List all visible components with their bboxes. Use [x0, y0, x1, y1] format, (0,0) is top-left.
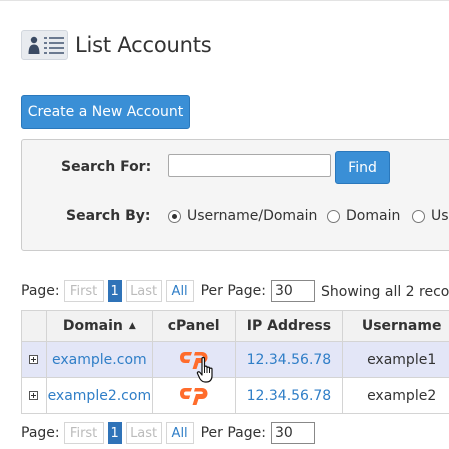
- cpanel-cell[interactable]: [151, 341, 236, 378]
- radio-unselected-icon: [412, 209, 425, 223]
- person-icon: [28, 36, 40, 54]
- page-label: Page:: [21, 425, 60, 441]
- username-cell: example2: [342, 377, 449, 414]
- top-divider: [0, 0, 449, 1]
- table-row[interactable]: example.com 12.34.56.78 example1: [21, 341, 449, 378]
- domain-link[interactable]: example2.com: [45, 377, 153, 414]
- column-header-username[interactable]: Username: [342, 310, 449, 342]
- page-title: List Accounts: [75, 33, 212, 57]
- sort-ascending-icon: ▲: [128, 321, 136, 331]
- create-account-button[interactable]: Create a New Account: [21, 95, 190, 129]
- search-by-label: Search By:: [66, 208, 151, 224]
- username-cell: example1: [342, 341, 449, 378]
- last-page-button[interactable]: Last: [125, 422, 162, 444]
- ip-address-link[interactable]: 12.34.56.78: [234, 341, 344, 378]
- radio-username[interactable]: Us: [412, 208, 449, 224]
- column-header-domain[interactable]: Domain ▲: [45, 310, 153, 342]
- pagination-top: Page: First 1 Last All Per Page: 30: [21, 280, 315, 302]
- domain-link[interactable]: example.com: [45, 341, 153, 378]
- radio-label: Username/Domain: [187, 208, 318, 224]
- radio-username-domain[interactable]: Username/Domain: [168, 208, 317, 224]
- first-page-button[interactable]: First: [63, 422, 104, 444]
- radio-label: Domain: [346, 208, 401, 224]
- expand-cell[interactable]: [21, 341, 47, 378]
- find-button[interactable]: Find: [335, 151, 390, 184]
- all-pages-button[interactable]: All: [165, 280, 194, 302]
- expand-plus-icon[interactable]: [29, 391, 39, 400]
- radio-unselected-icon: [327, 209, 340, 223]
- pagination-bottom: Page: First 1 Last All Per Page: 30: [21, 422, 315, 444]
- records-summary: Showing all 2 records: [321, 284, 449, 300]
- table-row[interactable]: example2.com 12.34.56.78 example2: [21, 377, 449, 414]
- expand-column-header: [21, 310, 47, 342]
- cpanel-cell[interactable]: [151, 377, 236, 414]
- column-label: Domain: [62, 318, 123, 334]
- radio-domain[interactable]: Domain: [327, 208, 400, 224]
- accounts-table: Domain ▲ cPanel IP Address Username examp…: [21, 310, 449, 414]
- list-lines-icon: [44, 37, 64, 54]
- current-page-button[interactable]: 1: [107, 280, 122, 302]
- column-header-cpanel: cPanel: [151, 310, 236, 342]
- per-page-input[interactable]: 30: [270, 422, 315, 444]
- per-page-label: Per Page:: [200, 283, 266, 299]
- last-page-button[interactable]: Last: [125, 280, 162, 302]
- column-header-ip[interactable]: IP Address: [234, 310, 344, 342]
- per-page-label: Per Page:: [200, 425, 266, 441]
- table-header-row: Domain ▲ cPanel IP Address Username: [21, 310, 449, 342]
- account-list-icon: [21, 30, 68, 60]
- page-label: Page:: [21, 283, 60, 299]
- expand-plus-icon[interactable]: [29, 355, 39, 364]
- per-page-input[interactable]: 30: [270, 280, 315, 302]
- hand-cursor-icon: [196, 356, 213, 383]
- page-header: List Accounts: [21, 29, 212, 61]
- first-page-button[interactable]: First: [63, 280, 104, 302]
- search-input[interactable]: [168, 154, 331, 177]
- radio-selected-icon: [168, 209, 181, 223]
- all-pages-button[interactable]: All: [165, 422, 194, 444]
- search-panel: Search For: Find Search By: Username/Dom…: [21, 139, 449, 251]
- radio-label: Us: [431, 208, 449, 224]
- current-page-button[interactable]: 1: [107, 422, 122, 444]
- cpanel-logo-icon[interactable]: [179, 385, 209, 407]
- ip-address-link[interactable]: 12.34.56.78: [234, 377, 344, 414]
- expand-cell[interactable]: [21, 377, 47, 414]
- search-for-label: Search For:: [61, 159, 152, 175]
